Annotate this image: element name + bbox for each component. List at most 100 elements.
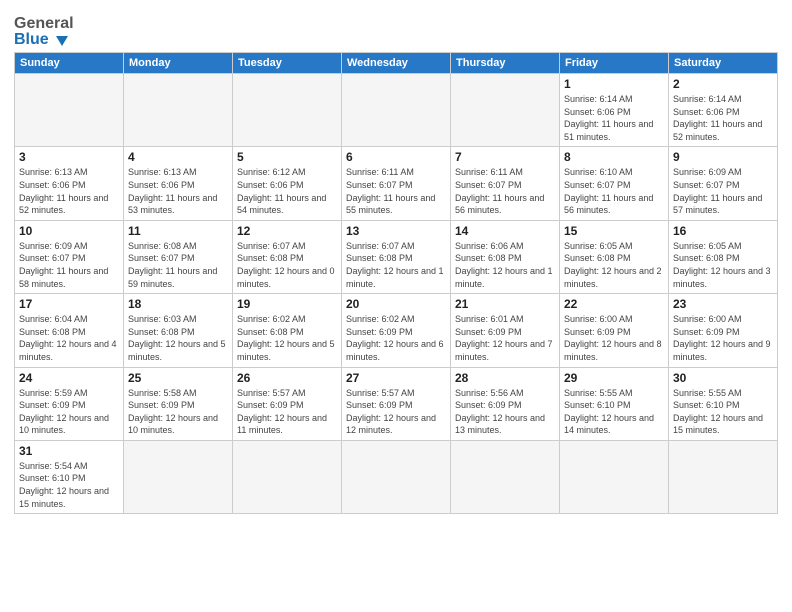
calendar-cell: 25Sunrise: 5:58 AM Sunset: 6:09 PM Dayli…	[124, 367, 233, 440]
day-number: 29	[564, 371, 664, 385]
calendar-cell: 22 Sunrise: 6:00 AM Sunset: 6:09 PM Dayli…	[560, 294, 669, 367]
weekday-sunday: Sunday	[15, 53, 124, 74]
day-info: Sunrise: 5:57 AM Sunset: 6:09 PM Dayligh…	[237, 387, 337, 437]
calendar-cell: 12Sunrise: 6:07 AM Sunset: 6:08 PM Dayli…	[233, 220, 342, 293]
day-number: 26	[237, 371, 337, 385]
calendar-cell: 16Sunrise: 6:05 AM Sunset: 6:08 PM Dayli…	[669, 220, 778, 293]
calendar-cell: 3 Sunrise: 6:13 AM Sunset: 6:06 PM Daylig…	[15, 147, 124, 220]
day-info: Sunrise: 5:56 AM Sunset: 6:09 PM Dayligh…	[455, 387, 555, 437]
logo-svg: General Blue	[14, 10, 74, 48]
day-number: 22	[564, 297, 664, 311]
day-number: 12	[237, 224, 337, 238]
calendar-cell: 19Sunrise: 6:02 AM Sunset: 6:08 PM Dayli…	[233, 294, 342, 367]
day-info: Sunrise: 6:13 AM Sunset: 6:06 PM Dayligh…	[19, 166, 119, 216]
day-info: Sunrise: 6:08 AM Sunset: 6:07 PM Dayligh…	[128, 240, 228, 290]
calendar-cell: 26 Sunrise: 5:57 AM Sunset: 6:09 PM Dayli…	[233, 367, 342, 440]
day-number: 27	[346, 371, 446, 385]
logo: General Blue	[14, 10, 74, 48]
day-number: 4	[128, 150, 228, 164]
day-info: Sunrise: 6:11 AM Sunset: 6:07 PM Dayligh…	[455, 166, 555, 216]
day-info: Sunrise: 5:54 AM Sunset: 6:10 PM Dayligh…	[19, 460, 119, 510]
day-number: 24	[19, 371, 119, 385]
day-number: 10	[19, 224, 119, 238]
calendar-cell: 1Sunrise: 6:14 AM Sunset: 6:06 PM Daylig…	[560, 74, 669, 147]
calendar-cell: 13 Sunrise: 6:07 AM Sunset: 6:08 PM Dayli…	[342, 220, 451, 293]
calendar-cell: 14 Sunrise: 6:06 AM Sunset: 6:08 PM Dayli…	[451, 220, 560, 293]
calendar-cell	[342, 440, 451, 513]
day-info: Sunrise: 5:58 AM Sunset: 6:09 PM Dayligh…	[128, 387, 228, 437]
calendar-cell: 18 Sunrise: 6:03 AM Sunset: 6:08 PM Dayli…	[124, 294, 233, 367]
day-number: 7	[455, 150, 555, 164]
day-number: 3	[19, 150, 119, 164]
day-number: 5	[237, 150, 337, 164]
calendar-cell	[233, 440, 342, 513]
day-info: Sunrise: 5:57 AM Sunset: 6:09 PM Dayligh…	[346, 387, 446, 437]
calendar-cell	[342, 74, 451, 147]
day-number: 1	[564, 77, 664, 91]
calendar-cell	[15, 74, 124, 147]
day-number: 28	[455, 371, 555, 385]
day-info: Sunrise: 6:12 AM Sunset: 6:06 PM Dayligh…	[237, 166, 337, 216]
calendar-cell: 7 Sunrise: 6:11 AM Sunset: 6:07 PM Daylig…	[451, 147, 560, 220]
weekday-monday: Monday	[124, 53, 233, 74]
day-info: Sunrise: 6:07 AM Sunset: 6:08 PM Dayligh…	[346, 240, 446, 290]
calendar-cell	[451, 440, 560, 513]
weekday-header-row: SundayMondayTuesdayWednesdayThursdayFrid…	[15, 53, 778, 74]
day-number: 30	[673, 371, 773, 385]
calendar-cell: 5 Sunrise: 6:12 AM Sunset: 6:06 PM Daylig…	[233, 147, 342, 220]
day-number: 31	[19, 444, 119, 458]
calendar-cell: 29 Sunrise: 5:55 AM Sunset: 6:10 PM Dayli…	[560, 367, 669, 440]
day-info: Sunrise: 6:05 AM Sunset: 6:08 PM Dayligh…	[564, 240, 664, 290]
svg-text:General: General	[14, 15, 74, 32]
day-info: Sunrise: 6:10 AM Sunset: 6:07 PM Dayligh…	[564, 166, 664, 216]
calendar-cell	[233, 74, 342, 147]
svg-text:Blue: Blue	[14, 31, 49, 48]
day-number: 8	[564, 150, 664, 164]
day-info: Sunrise: 6:03 AM Sunset: 6:08 PM Dayligh…	[128, 313, 228, 363]
calendar-cell: 20Sunrise: 6:02 AM Sunset: 6:09 PM Dayli…	[342, 294, 451, 367]
calendar-cell: 21 Sunrise: 6:01 AM Sunset: 6:09 PM Dayli…	[451, 294, 560, 367]
calendar-cell	[124, 74, 233, 147]
day-info: Sunrise: 6:04 AM Sunset: 6:08 PM Dayligh…	[19, 313, 119, 363]
calendar-cell: 23 Sunrise: 6:00 AM Sunset: 6:09 PM Dayli…	[669, 294, 778, 367]
calendar-cell: 6 Sunrise: 6:11 AM Sunset: 6:07 PM Daylig…	[342, 147, 451, 220]
day-number: 23	[673, 297, 773, 311]
day-number: 2	[673, 77, 773, 91]
calendar-cell: 4 Sunrise: 6:13 AM Sunset: 6:06 PM Daylig…	[124, 147, 233, 220]
weekday-tuesday: Tuesday	[233, 53, 342, 74]
day-number: 6	[346, 150, 446, 164]
day-number: 11	[128, 224, 228, 238]
calendar-cell	[560, 440, 669, 513]
calendar-cell: 11 Sunrise: 6:08 AM Sunset: 6:07 PM Dayli…	[124, 220, 233, 293]
calendar-cell: 9Sunrise: 6:09 AM Sunset: 6:07 PM Daylig…	[669, 147, 778, 220]
day-info: Sunrise: 6:09 AM Sunset: 6:07 PM Dayligh…	[19, 240, 119, 290]
calendar: SundayMondayTuesdayWednesdayThursdayFrid…	[14, 52, 778, 514]
day-info: Sunrise: 6:06 AM Sunset: 6:08 PM Dayligh…	[455, 240, 555, 290]
day-number: 13	[346, 224, 446, 238]
day-info: Sunrise: 5:59 AM Sunset: 6:09 PM Dayligh…	[19, 387, 119, 437]
day-number: 21	[455, 297, 555, 311]
calendar-cell: 28 Sunrise: 5:56 AM Sunset: 6:09 PM Dayli…	[451, 367, 560, 440]
day-info: Sunrise: 6:11 AM Sunset: 6:07 PM Dayligh…	[346, 166, 446, 216]
day-info: Sunrise: 6:00 AM Sunset: 6:09 PM Dayligh…	[673, 313, 773, 363]
day-info: Sunrise: 6:01 AM Sunset: 6:09 PM Dayligh…	[455, 313, 555, 363]
day-number: 14	[455, 224, 555, 238]
day-info: Sunrise: 5:55 AM Sunset: 6:10 PM Dayligh…	[564, 387, 664, 437]
day-number: 19	[237, 297, 337, 311]
weekday-thursday: Thursday	[451, 53, 560, 74]
calendar-cell: 27 Sunrise: 5:57 AM Sunset: 6:09 PM Dayli…	[342, 367, 451, 440]
calendar-cell: 10 Sunrise: 6:09 AM Sunset: 6:07 PM Dayli…	[15, 220, 124, 293]
calendar-cell: 15 Sunrise: 6:05 AM Sunset: 6:08 PM Dayli…	[560, 220, 669, 293]
day-info: Sunrise: 6:00 AM Sunset: 6:09 PM Dayligh…	[564, 313, 664, 363]
calendar-cell: 31 Sunrise: 5:54 AM Sunset: 6:10 PM Dayli…	[15, 440, 124, 513]
day-number: 15	[564, 224, 664, 238]
calendar-cell: 24 Sunrise: 5:59 AM Sunset: 6:09 PM Dayli…	[15, 367, 124, 440]
calendar-cell: 2Sunrise: 6:14 AM Sunset: 6:06 PM Daylig…	[669, 74, 778, 147]
day-number: 18	[128, 297, 228, 311]
calendar-cell	[124, 440, 233, 513]
calendar-cell: 8 Sunrise: 6:10 AM Sunset: 6:07 PM Daylig…	[560, 147, 669, 220]
day-info: Sunrise: 6:02 AM Sunset: 6:09 PM Dayligh…	[346, 313, 446, 363]
day-info: Sunrise: 6:13 AM Sunset: 6:06 PM Dayligh…	[128, 166, 228, 216]
calendar-cell: 17Sunrise: 6:04 AM Sunset: 6:08 PM Dayli…	[15, 294, 124, 367]
calendar-cell: 30Sunrise: 5:55 AM Sunset: 6:10 PM Dayli…	[669, 367, 778, 440]
